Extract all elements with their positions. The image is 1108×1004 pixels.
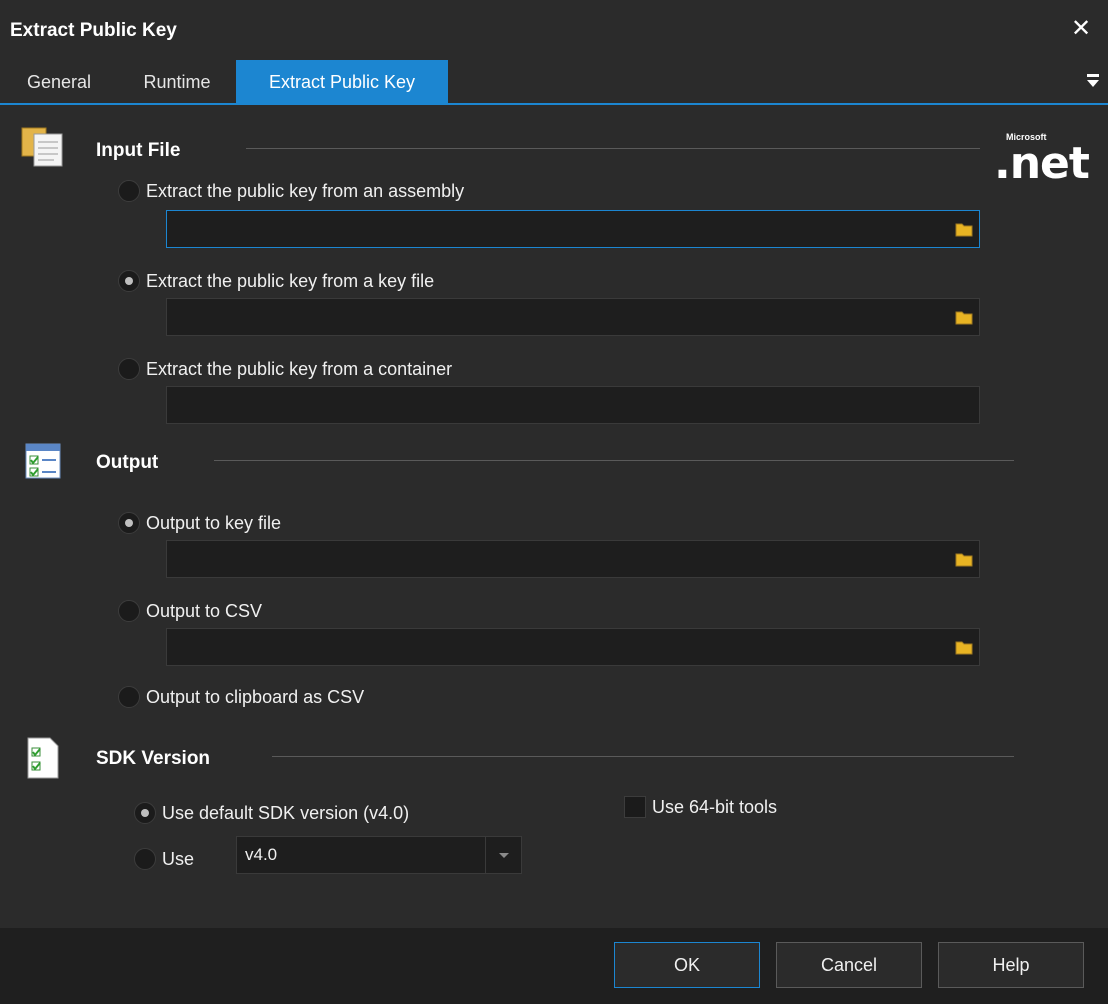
radio-button[interactable] (118, 600, 140, 622)
dialog-footer: OK Cancel Help (0, 928, 1108, 1004)
assembly-path-field[interactable] (166, 210, 980, 248)
sdk-version-select[interactable]: v4.0 (236, 836, 522, 874)
section-divider (214, 460, 1014, 461)
tab-extract-public-key[interactable]: Extract Public Key (236, 60, 448, 103)
browse-folder-icon[interactable] (953, 549, 975, 569)
radio-label: Use (162, 848, 195, 869)
dropdown-button[interactable] (485, 837, 521, 873)
radio-label: Use default SDK version (v4.0) (162, 802, 410, 823)
radio-extract-from-key-file[interactable]: Extract the public key from a key file (118, 268, 434, 294)
browse-folder-icon[interactable] (953, 307, 975, 327)
output-title: Output (96, 452, 159, 473)
radio-label: Output to clipboard as CSV (146, 686, 365, 707)
radio-label: Extract the public key from a key file (146, 270, 435, 291)
documents-icon (21, 127, 63, 167)
radio-output-to-clipboard[interactable]: Output to clipboard as CSV (118, 684, 364, 710)
chevron-down-icon (499, 853, 509, 858)
radio-button[interactable] (118, 686, 140, 708)
close-icon: ✕ (1070, 15, 1092, 42)
logo-text: .net (994, 138, 1090, 189)
browse-folder-icon[interactable] (953, 637, 975, 657)
radio-button[interactable] (134, 802, 156, 824)
cancel-button[interactable]: Cancel (776, 942, 922, 988)
use-64bit-tools-checkbox[interactable]: Use 64-bit tools (624, 796, 777, 818)
tab-bar: General Runtime Extract Public Key (0, 60, 1108, 105)
section-divider (272, 756, 1014, 757)
checkbox-label: Use 64-bit tools (652, 796, 778, 817)
select-value: v4.0 (245, 845, 278, 864)
radio-label: Extract the public key from a container (146, 358, 453, 379)
radio-button[interactable] (118, 358, 140, 380)
radio-label: Output to key file (146, 512, 282, 533)
radio-extract-from-container[interactable]: Extract the public key from a container (118, 356, 452, 382)
checklist-doc-icon (27, 737, 59, 779)
browse-folder-icon[interactable] (953, 219, 975, 239)
radio-label: Extract the public key from an assembly (146, 180, 465, 201)
window-title: Extract Public Key (10, 20, 177, 41)
output-key-file-field[interactable] (166, 540, 980, 578)
help-button[interactable]: Help (938, 942, 1084, 988)
radio-output-to-csv[interactable]: Output to CSV (118, 598, 262, 624)
radio-use-default-sdk[interactable]: Use default SDK version (v4.0) (134, 800, 409, 826)
output-csv-field[interactable] (166, 628, 980, 666)
key-file-path-field[interactable] (166, 298, 980, 336)
radio-use-specific-sdk[interactable]: Use (134, 846, 194, 872)
overflow-menu-icon[interactable] (1086, 72, 1100, 90)
radio-button[interactable] (118, 180, 140, 202)
close-button[interactable]: ✕ (1068, 14, 1094, 44)
radio-output-to-key-file[interactable]: Output to key file (118, 510, 281, 536)
title-bar: Extract Public Key ✕ (0, 0, 1108, 60)
checklist-icon (25, 443, 61, 479)
ok-button[interactable]: OK (614, 942, 760, 988)
radio-button[interactable] (134, 848, 156, 870)
content-panel: Microsoft .net Input File Extract the pu… (0, 106, 1108, 928)
checkbox[interactable] (624, 796, 646, 818)
section-divider (246, 148, 980, 149)
input-file-title: Input File (96, 140, 181, 161)
radio-label: Output to CSV (146, 600, 263, 621)
radio-button[interactable] (118, 270, 140, 292)
radio-button[interactable] (118, 512, 140, 534)
dotnet-logo: Microsoft .net (992, 132, 1092, 192)
container-name-field[interactable] (166, 386, 980, 424)
tab-runtime[interactable]: Runtime (118, 60, 236, 103)
sdk-version-title: SDK Version (96, 748, 211, 769)
radio-extract-from-assembly[interactable]: Extract the public key from an assembly (118, 178, 464, 204)
tab-general[interactable]: General (0, 60, 118, 103)
